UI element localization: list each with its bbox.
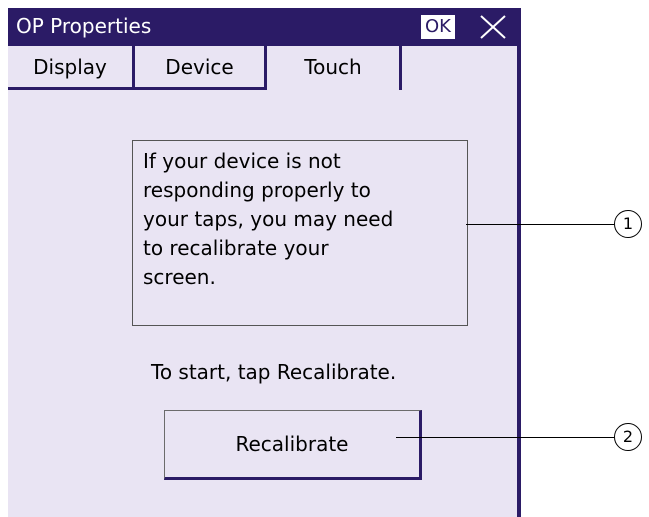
window-title: OP Properties: [16, 14, 152, 38]
info-line: your taps, you may need: [143, 207, 394, 231]
recalibrate-button[interactable]: Recalibrate: [164, 410, 422, 480]
info-line: responding properly to: [143, 178, 371, 202]
callout-line-2: [396, 437, 614, 438]
callout-marker-1: 1: [614, 210, 642, 238]
properties-window: OP Properties OK Display Device Touch If…: [8, 8, 521, 517]
tab-display[interactable]: Display: [8, 46, 132, 90]
callout-marker-2: 2: [614, 423, 642, 451]
ok-button[interactable]: OK: [420, 14, 456, 40]
info-line: If your device is not: [143, 149, 341, 173]
tab-bar: Display Device Touch: [8, 46, 517, 90]
close-icon[interactable]: [478, 14, 508, 40]
start-instruction: To start, tap Recalibrate.: [151, 360, 397, 384]
info-line: screen.: [143, 265, 216, 289]
tab-device[interactable]: Device: [132, 46, 264, 90]
tab-touch[interactable]: Touch: [264, 46, 402, 90]
callout-line-1: [466, 224, 614, 225]
info-line: to recalibrate your: [143, 236, 329, 260]
touch-info-text: If your device is not responding properl…: [132, 140, 468, 326]
title-bar: OP Properties OK: [8, 8, 517, 46]
